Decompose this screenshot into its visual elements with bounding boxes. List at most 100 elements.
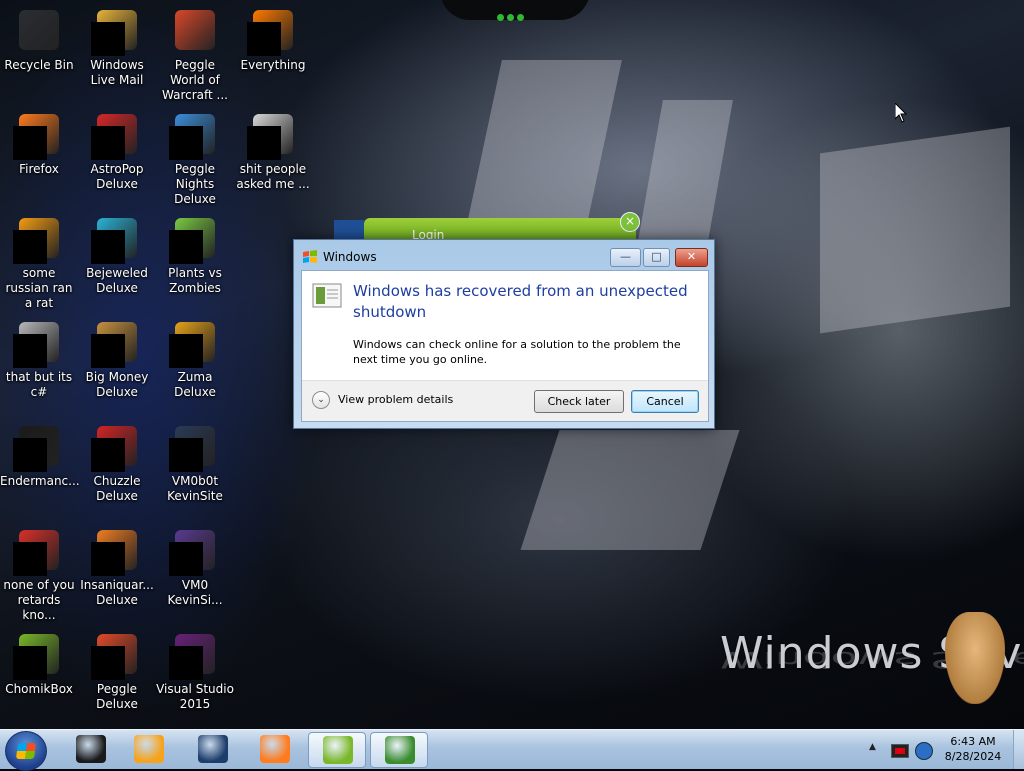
- app-icon: [91, 216, 139, 264]
- app-icon: [13, 320, 61, 368]
- redaction-box: [91, 22, 125, 56]
- taskbar-clock[interactable]: 6:43 AM 8/28/2024: [936, 734, 1010, 764]
- taskbar-item-globe[interactable]: [184, 732, 240, 766]
- app-icon: [169, 320, 217, 368]
- chevron-down-icon[interactable]: ⌄: [312, 391, 330, 409]
- app-icon: [13, 632, 61, 680]
- desktop-icon[interactable]: Bejeweled Deluxe: [78, 212, 156, 296]
- dialog-title: Windows: [323, 250, 377, 264]
- view-problem-details-label[interactable]: View problem details: [338, 393, 453, 406]
- desktop-icon-label: Endermanc...: [0, 474, 80, 488]
- desktop-icon[interactable]: Insaniquar... Deluxe: [78, 524, 156, 608]
- taskbar-item-media-box[interactable]: [62, 732, 118, 766]
- wallpaper-panel: [820, 126, 1010, 334]
- dialog-body: Windows has recovered from an unexpected…: [301, 270, 709, 422]
- desktop-icon-label: Recycle Bin: [4, 58, 74, 72]
- desktop-icon-label: ChomikBox: [5, 682, 73, 696]
- desktop-icon[interactable]: Endermanc...: [0, 420, 80, 489]
- action-center-flag-icon[interactable]: [891, 744, 909, 758]
- windows-flag-icon: [302, 249, 318, 263]
- desktop-icon-label: some russian ran a rat: [5, 266, 73, 310]
- desktop-icon[interactable]: shit people asked me ...: [234, 108, 312, 192]
- redaction-box: [247, 126, 281, 160]
- desktop-icon-label: Big Money Deluxe: [85, 370, 149, 399]
- hamster-image: [945, 612, 1005, 704]
- desktop-icon[interactable]: Zuma Deluxe: [156, 316, 234, 400]
- app-icon: [91, 632, 139, 680]
- app-icon: [169, 632, 217, 680]
- desktop-icon[interactable]: some russian ran a rat: [0, 212, 78, 311]
- app-icon: [247, 8, 295, 56]
- app-icon: [169, 112, 217, 160]
- desktop[interactable]: Windows Seven Windows Seven Recycle BinF…: [0, 0, 1024, 729]
- desktop-icon-label: Peggle Nights Deluxe: [174, 162, 216, 206]
- start-button[interactable]: [5, 731, 47, 771]
- desktop-icon[interactable]: Recycle Bin: [0, 4, 78, 73]
- app-icon: [17, 8, 61, 52]
- desktop-icon[interactable]: Big Money Deluxe: [78, 316, 156, 400]
- network-icon[interactable]: [915, 742, 933, 760]
- desktop-icon[interactable]: Everything: [234, 4, 312, 73]
- desktop-icon[interactable]: Peggle World of Warcraft ...: [156, 4, 234, 103]
- desktop-icon-label: Bejeweled Deluxe: [86, 266, 148, 295]
- check-later-button[interactable]: Check later: [534, 390, 624, 413]
- recovery-document-icon: [312, 283, 342, 309]
- desktop-icon[interactable]: none of you retards kno...: [0, 524, 78, 623]
- desktop-icon-label: Visual Studio 2015: [156, 682, 234, 711]
- redaction-box: [91, 438, 125, 472]
- redaction-box: [169, 334, 203, 368]
- show-hidden-icons-button[interactable]: ▲: [869, 742, 876, 752]
- app-icon: [13, 112, 61, 160]
- taskbar-item-checklist-app[interactable]: [370, 732, 428, 768]
- minimize-button[interactable]: —: [610, 248, 641, 267]
- desktop-icon[interactable]: Visual Studio 2015: [156, 628, 234, 712]
- desktop-icon[interactable]: Windows Live Mail: [78, 4, 156, 88]
- redaction-box: [91, 126, 125, 160]
- desktop-icon[interactable]: Firefox: [0, 108, 78, 177]
- login-gadget-close-button[interactable]: ×: [620, 212, 640, 232]
- desktop-icon-label: VM0 KevinSi...: [167, 578, 223, 607]
- desktop-icon-label: Firefox: [19, 162, 59, 176]
- close-button[interactable]: ✕: [675, 248, 708, 267]
- redaction-box: [247, 22, 281, 56]
- desktop-icon-label: AstroPop Deluxe: [90, 162, 144, 191]
- desktop-icon[interactable]: that but its c#: [0, 316, 78, 400]
- desktop-icon[interactable]: VM0b0t KevinSite: [156, 420, 234, 504]
- desktop-icon-label: Chuzzle Deluxe: [93, 474, 141, 503]
- desktop-icon[interactable]: Peggle Deluxe: [78, 628, 156, 712]
- desktop-icon[interactable]: ChomikBox: [0, 628, 78, 697]
- desktop-icon[interactable]: VM0 KevinSi...: [156, 524, 234, 608]
- gadget-indicator: [497, 6, 527, 21]
- desktop-icon-label: Zuma Deluxe: [174, 370, 216, 399]
- windows-logo-icon: [15, 743, 37, 759]
- desktop-icon[interactable]: Peggle Nights Deluxe: [156, 108, 234, 207]
- app-icon: [91, 112, 139, 160]
- app-icon: [91, 424, 139, 472]
- redaction-box: [13, 126, 47, 160]
- app-icon: [169, 528, 217, 576]
- desktop-icon[interactable]: AstroPop Deluxe: [78, 108, 156, 192]
- taskbar-item-chomikbox[interactable]: [308, 732, 366, 768]
- maximize-button[interactable]: □: [643, 248, 670, 267]
- taskbar: ▲ 6:43 AM 8/28/2024: [0, 729, 1024, 771]
- firefox-icon: [260, 735, 290, 763]
- cancel-button[interactable]: Cancel: [631, 390, 699, 413]
- app-icon: [91, 528, 139, 576]
- dialog-titlebar[interactable]: Windows — □ ✕: [294, 240, 714, 270]
- globe-icon: [198, 735, 228, 763]
- redaction-box: [91, 230, 125, 264]
- redaction-box: [13, 646, 47, 680]
- taskbar-item-firefox[interactable]: [246, 732, 302, 766]
- desktop-icon[interactable]: Plants vs Zombies: [156, 212, 234, 296]
- app-icon: [169, 424, 217, 472]
- taskbar-item-media-player[interactable]: [120, 732, 176, 766]
- desktop-icon-label: none of you retards kno...: [3, 578, 75, 622]
- app-icon: [13, 528, 61, 576]
- desktop-icon-label: Insaniquar... Deluxe: [80, 578, 154, 607]
- media-box-icon: [76, 735, 106, 763]
- desktop-icon[interactable]: Chuzzle Deluxe: [78, 420, 156, 504]
- show-desktop-button[interactable]: [1013, 730, 1024, 769]
- dialog-heading: Windows has recovered from an unexpected…: [353, 282, 688, 321]
- app-icon: [173, 8, 217, 52]
- desktop-icon-label: Everything: [240, 58, 306, 72]
